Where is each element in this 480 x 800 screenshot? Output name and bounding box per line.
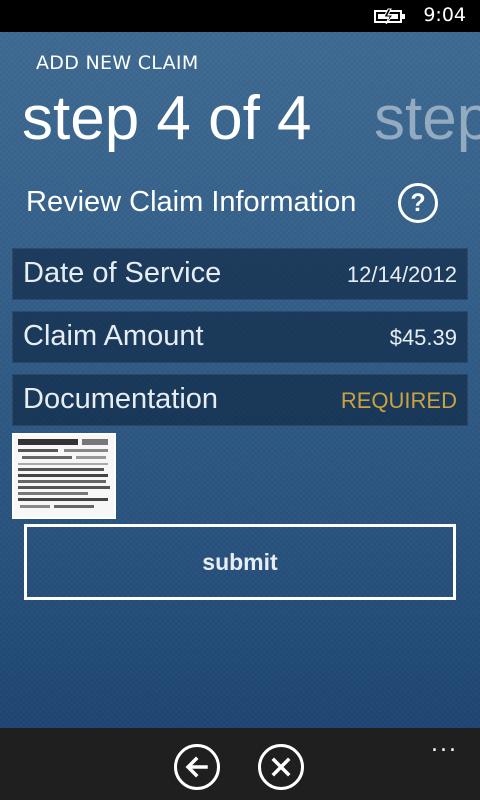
- back-arrow-glyph: [185, 756, 208, 778]
- documentation-label: Documentation: [23, 383, 219, 415]
- documentation-thumbnail[interactable]: [12, 433, 116, 519]
- pivot-header-current[interactable]: step 4 of 4: [22, 88, 312, 150]
- close-glyph: [271, 757, 291, 777]
- claim-amount-label: Claim Amount: [23, 320, 204, 352]
- documentation-status: REQUIRED: [340, 388, 457, 413]
- date-of-service-value: 12/14/2012: [346, 262, 457, 287]
- section-title: Review Claim Information: [26, 186, 357, 218]
- submit-button[interactable]: submit: [24, 524, 456, 600]
- help-icon[interactable]: ?: [398, 183, 438, 223]
- app-page: ADD NEW CLAIM step 4 of 4 step Review Cl…: [0, 32, 480, 728]
- date-of-service-label: Date of Service: [23, 257, 222, 289]
- date-of-service-row[interactable]: Date of Service 12/14/2012: [12, 248, 468, 300]
- receipt-image: [14, 435, 114, 517]
- status-time: 9:04: [423, 4, 466, 26]
- more-options-button[interactable]: ...: [431, 732, 458, 757]
- claim-amount-value: $45.39: [389, 325, 457, 350]
- status-bar: 9:04: [0, 0, 480, 32]
- app-bar: ...: [0, 728, 480, 800]
- battery-charging-icon: [374, 8, 405, 24]
- documentation-row[interactable]: Documentation REQUIRED: [12, 374, 468, 426]
- close-icon[interactable]: [258, 744, 304, 790]
- claim-amount-row[interactable]: Claim Amount $45.39: [12, 311, 468, 363]
- back-arrow-icon[interactable]: [174, 744, 220, 790]
- app-title: ADD NEW CLAIM: [36, 52, 199, 74]
- pivot-header-next[interactable]: step: [374, 88, 480, 150]
